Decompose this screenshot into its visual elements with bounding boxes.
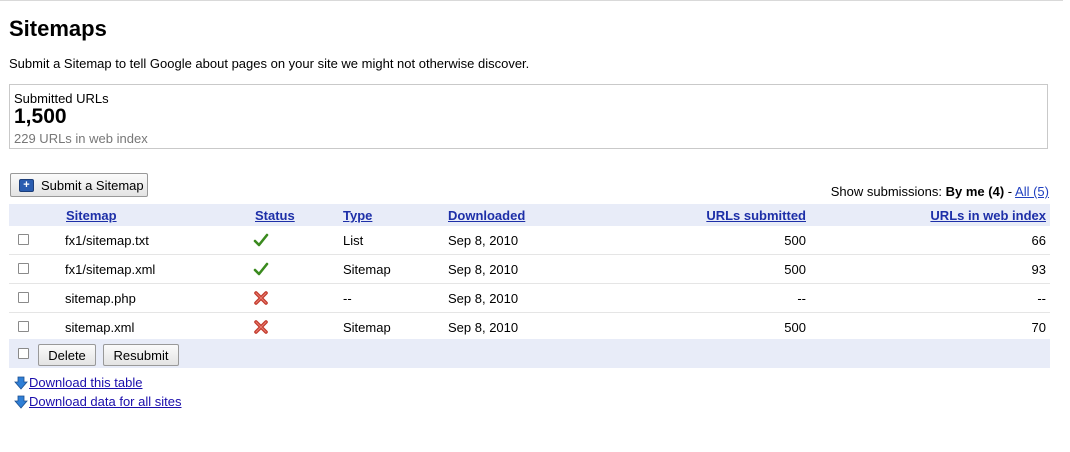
urls-indexed: 70 bbox=[1031, 320, 1046, 335]
submitted-urls-summary: Submitted URLs 1,500 229 URLs in web ind… bbox=[9, 84, 1048, 149]
downloaded-date: Sep 8, 2010 bbox=[448, 262, 519, 277]
download-table-link[interactable]: Download this table bbox=[29, 375, 142, 390]
sort-urls-submitted[interactable]: URLs submitted bbox=[706, 208, 806, 223]
summary-indexed: 229 URLs in web index bbox=[14, 131, 148, 146]
down-arrow-icon bbox=[14, 395, 28, 409]
sitemap-type: -- bbox=[343, 291, 352, 306]
summary-count: 1,500 bbox=[14, 105, 67, 128]
table-row: fx1/sitemap.xml Sitemap Sep 8, 2010 500 93 bbox=[9, 255, 1050, 284]
summary-label: Submitted URLs bbox=[14, 91, 109, 106]
sitemap-path: sitemap.php bbox=[65, 291, 136, 306]
download-all-sites-link[interactable]: Download data for all sites bbox=[29, 394, 181, 409]
urls-submitted: 500 bbox=[784, 233, 806, 248]
row-checkbox[interactable] bbox=[18, 234, 29, 245]
down-arrow-icon bbox=[14, 376, 28, 390]
sitemaps-table: Sitemap Status Type Downloaded URLs subm… bbox=[9, 204, 1050, 342]
page-title: Sitemaps bbox=[9, 16, 107, 41]
download-table: Download this table bbox=[14, 375, 142, 390]
sitemap-type: Sitemap bbox=[343, 320, 391, 335]
x-icon bbox=[254, 320, 268, 334]
submit-sitemap-label: Submit a Sitemap bbox=[41, 177, 144, 193]
sort-urls-indexed[interactable]: URLs in web index bbox=[930, 208, 1046, 223]
table-row: sitemap.xml Sitemap Sep 8, 2010 500 70 bbox=[9, 313, 1050, 342]
resubmit-button[interactable]: Resubmit bbox=[103, 344, 179, 366]
urls-indexed: 66 bbox=[1031, 233, 1046, 248]
sort-type[interactable]: Type bbox=[343, 208, 372, 223]
check-icon bbox=[253, 262, 269, 276]
submit-sitemap-button[interactable]: + Submit a Sitemap bbox=[10, 173, 148, 197]
filter-by-me: By me (4) bbox=[945, 184, 1005, 199]
sitemap-path: fx1/sitemap.txt bbox=[65, 233, 149, 248]
sort-sitemap[interactable]: Sitemap bbox=[66, 208, 117, 223]
urls-indexed: 93 bbox=[1031, 262, 1046, 277]
row-checkbox[interactable] bbox=[18, 292, 29, 303]
page-subtitle: Submit a Sitemap to tell Google about pa… bbox=[9, 56, 530, 71]
row-checkbox[interactable] bbox=[18, 321, 29, 332]
sitemap-path: sitemap.xml bbox=[65, 320, 135, 335]
select-all-checkbox[interactable] bbox=[18, 348, 29, 359]
download-all-sites: Download data for all sites bbox=[14, 394, 181, 409]
filter-all-link[interactable]: All (5) bbox=[1015, 184, 1049, 199]
sitemap-type: List bbox=[343, 233, 364, 248]
row-checkbox[interactable] bbox=[18, 263, 29, 274]
sitemap-path: fx1/sitemap.xml bbox=[65, 262, 156, 277]
sort-status[interactable]: Status bbox=[255, 208, 295, 223]
table-row: fx1/sitemap.txt List Sep 8, 2010 500 66 bbox=[9, 226, 1050, 255]
x-icon bbox=[254, 291, 268, 305]
downloaded-date: Sep 8, 2010 bbox=[448, 320, 519, 335]
check-icon bbox=[253, 233, 269, 247]
downloaded-date: Sep 8, 2010 bbox=[448, 233, 519, 248]
urls-submitted: -- bbox=[797, 291, 806, 306]
delete-button[interactable]: Delete bbox=[38, 344, 96, 366]
downloaded-date: Sep 8, 2010 bbox=[448, 291, 519, 306]
table-actions-bar: Delete Resubmit bbox=[9, 339, 1050, 368]
filter-separator: - bbox=[1007, 184, 1013, 199]
top-divider bbox=[0, 0, 1063, 1]
urls-submitted: 500 bbox=[784, 262, 806, 277]
plus-icon: + bbox=[19, 178, 34, 192]
urls-submitted: 500 bbox=[784, 320, 806, 335]
table-row: sitemap.php -- Sep 8, 2010 -- -- bbox=[9, 284, 1050, 313]
table-header: Sitemap Status Type Downloaded URLs subm… bbox=[9, 204, 1050, 226]
sitemap-type: Sitemap bbox=[343, 262, 391, 277]
sort-downloaded[interactable]: Downloaded bbox=[448, 208, 525, 223]
show-submissions: Show submissions: By me (4) - All (5) bbox=[831, 184, 1049, 199]
show-submissions-label: Show submissions: bbox=[830, 184, 943, 199]
urls-indexed: -- bbox=[1037, 291, 1046, 306]
